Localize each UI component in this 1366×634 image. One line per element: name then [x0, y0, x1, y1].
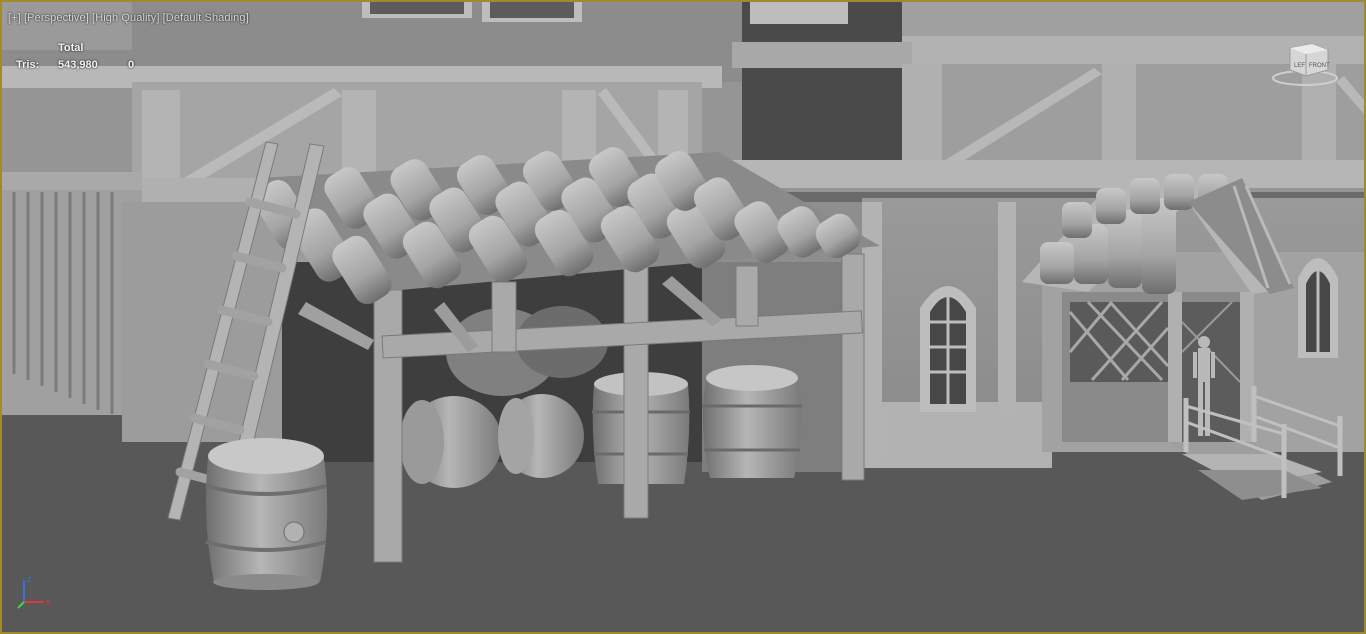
- z-axis-label: z: [27, 574, 32, 584]
- render-quality-label[interactable]: [High Quality]: [92, 12, 159, 24]
- stats-tris-total: 543,980: [58, 59, 98, 71]
- y-axis-line: [17, 601, 25, 609]
- viewcube[interactable]: LEF FRONT: [1270, 40, 1340, 90]
- stats-tris-label: Tris:: [16, 59, 40, 71]
- perspective-viewport[interactable]: [+] [Perspective] [High Quality] [Defaul…: [0, 0, 1366, 634]
- scene-render[interactable]: [2, 2, 1364, 632]
- shading-mode-label[interactable]: [Default Shading]: [163, 12, 249, 24]
- stats-tris-selected: 0: [128, 59, 135, 71]
- viewport-menu-button[interactable]: [+]: [8, 12, 21, 24]
- viewcube-left-face[interactable]: LEF: [1294, 63, 1305, 69]
- view-type-label[interactable]: [Perspective]: [24, 12, 89, 24]
- viewport-label[interactable]: [+] [Perspective] [High Quality] [Defaul…: [8, 12, 249, 24]
- stats-total-label: Total: [58, 42, 84, 54]
- viewcube-front-face[interactable]: FRONT: [1309, 63, 1330, 69]
- axis-tripod: z x: [17, 574, 51, 609]
- x-axis-label: x: [46, 597, 51, 607]
